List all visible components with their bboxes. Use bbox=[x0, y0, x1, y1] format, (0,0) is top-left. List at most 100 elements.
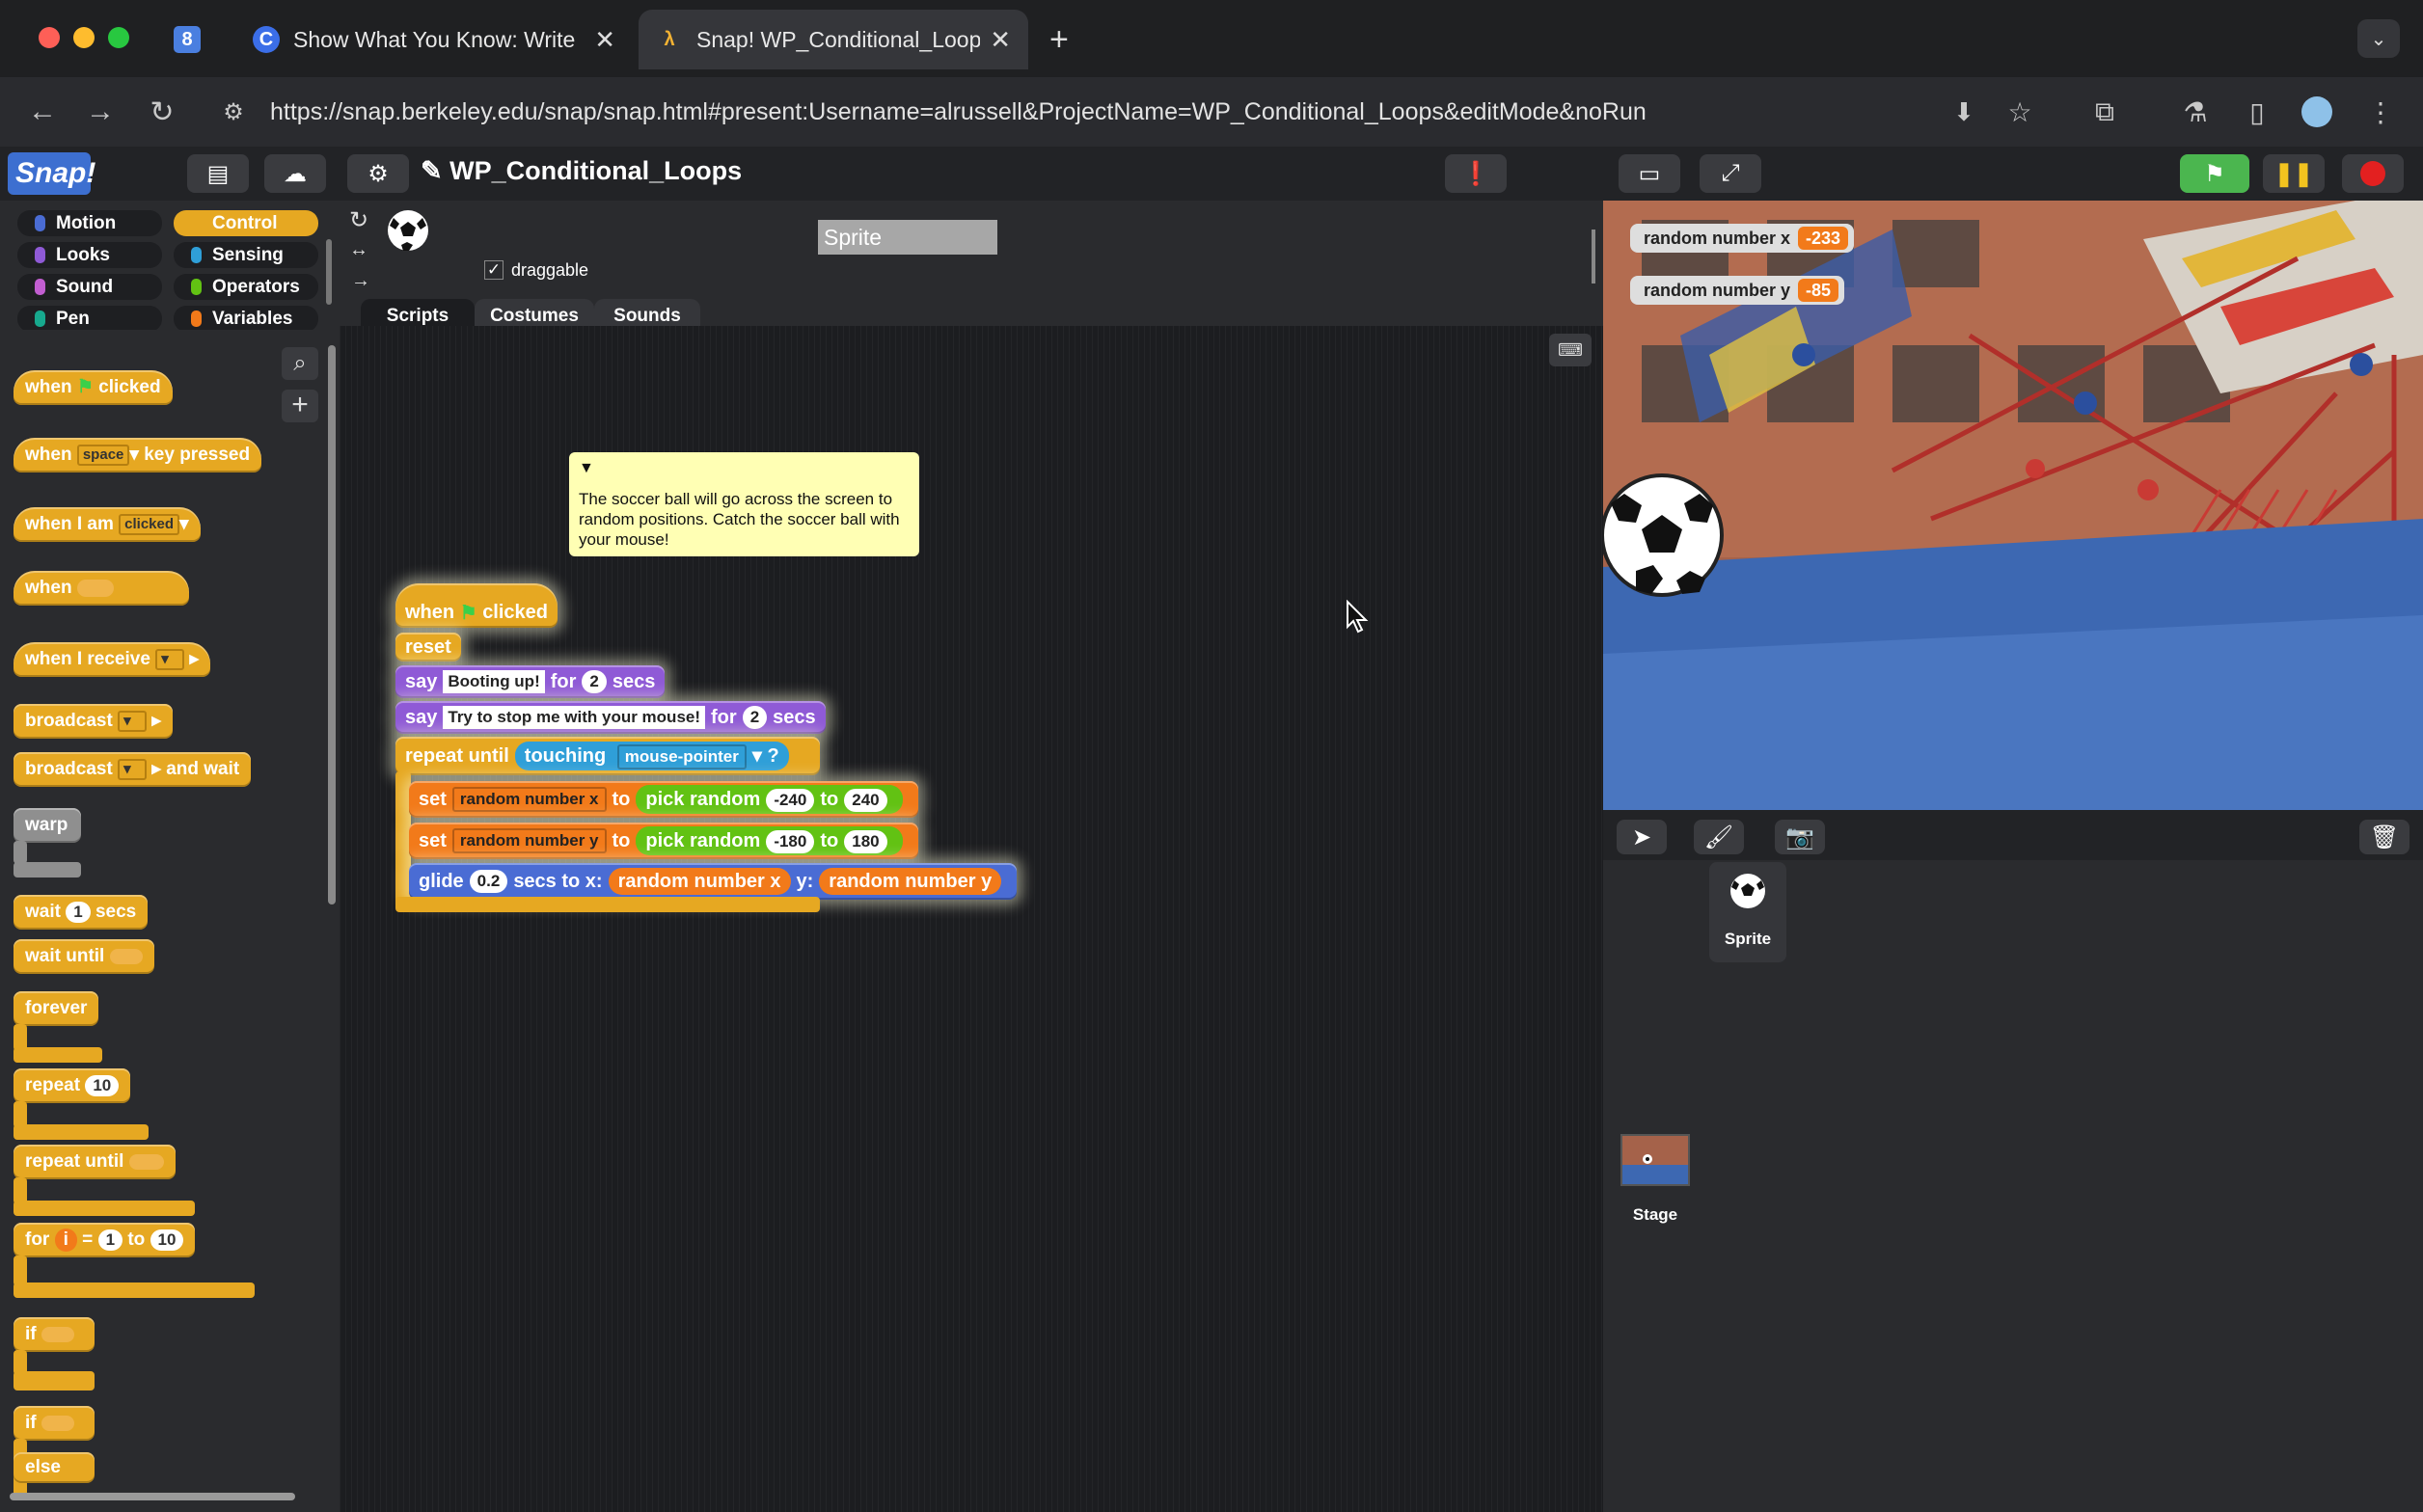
corral-sprite-item[interactable]: Sprite bbox=[1709, 862, 1786, 962]
script-say-try[interactable]: say Try to stop me with your mouse! for 2 se… bbox=[395, 701, 826, 734]
new-turtle-sprite-icon[interactable]: ➤ bbox=[1617, 820, 1667, 854]
repeat-c-bottom bbox=[395, 897, 820, 912]
lab-flask-icon[interactable]: ⚗ bbox=[2174, 91, 2217, 133]
install-app-icon[interactable]: ⬇ bbox=[1943, 91, 1985, 133]
tab-snap[interactable]: λ Snap! WP_Conditional_Loop ✕ bbox=[639, 10, 1028, 69]
palette-broadcast[interactable]: broadcast ▾ ▸ bbox=[14, 704, 173, 739]
browser-nav-bar: ← → ↻ ⚙ https://snap.berkeley.edu/snap/s… bbox=[0, 77, 2423, 147]
tab-favicon-icon: C bbox=[253, 26, 280, 53]
category-operators[interactable]: Operators bbox=[174, 274, 318, 300]
cloud-menu-icon[interactable]: ☁ bbox=[264, 154, 326, 193]
pause-button[interactable]: ❚❚ bbox=[2263, 154, 2325, 193]
tab-favicon-icon: 8 bbox=[174, 26, 201, 53]
address-bar[interactable]: https://snap.berkeley.edu/snap/snap.html… bbox=[270, 91, 1647, 133]
paint-new-sprite-icon[interactable]: 🖌 bbox=[1694, 820, 1744, 854]
new-tab-button[interactable]: + bbox=[1049, 21, 1069, 59]
trash-icon[interactable]: 🗑 bbox=[2359, 820, 2409, 854]
presentation-mode-icon[interactable]: ⤢ bbox=[1700, 154, 1761, 193]
palette-wait-secs[interactable]: wait 1 secs bbox=[14, 895, 149, 930]
collapse-triangle-icon[interactable]: ▼ bbox=[579, 458, 594, 478]
close-tab-icon[interactable]: ✕ bbox=[990, 25, 1011, 55]
sprite-name-input[interactable]: Sprite bbox=[818, 220, 997, 255]
make-block-plus-icon[interactable]: + bbox=[282, 390, 318, 422]
palette-when-i-receive[interactable]: when I receive ▾ ▸ bbox=[14, 642, 211, 677]
touching-predicate[interactable]: touching mouse-pointer ▾ ? bbox=[514, 742, 789, 770]
soccer-ball-sprite[interactable] bbox=[1603, 471, 1727, 600]
forward-arrow-icon[interactable]: → bbox=[79, 91, 122, 133]
palette-for-loop[interactable]: for i = 1 to 10 bbox=[14, 1223, 196, 1257]
profile-avatar[interactable] bbox=[2296, 91, 2338, 133]
close-window-button[interactable] bbox=[39, 27, 60, 48]
script-reset[interactable]: reset bbox=[395, 633, 461, 662]
palette-horizontal-scrollbar[interactable] bbox=[10, 1493, 295, 1500]
edit-pencil-icon: ✎ bbox=[421, 156, 450, 185]
stage-size-normal-icon[interactable]: ▭ bbox=[1619, 154, 1680, 193]
corral-sprite-label: Sprite bbox=[1724, 930, 1772, 948]
camera-sprite-icon[interactable]: 📷 bbox=[1775, 820, 1825, 854]
watcher-random-number-y[interactable]: random number y -85 bbox=[1630, 276, 1845, 305]
extensions-puzzle-icon[interactable]: ⧉ bbox=[2083, 91, 2126, 133]
unused-blocks-icon[interactable]: ❗ bbox=[1445, 154, 1507, 193]
category-scrollbar[interactable] bbox=[326, 239, 332, 305]
side-panel-icon[interactable]: ▯ bbox=[2236, 91, 2278, 133]
green-flag-icon: ⚑ bbox=[76, 377, 94, 397]
watcher-random-number-x[interactable]: random number x -233 bbox=[1630, 224, 1855, 253]
reload-icon[interactable]: ↻ bbox=[141, 91, 183, 133]
close-tab-icon[interactable]: ✕ bbox=[594, 25, 615, 55]
minimize-window-button[interactable] bbox=[73, 27, 95, 48]
category-variables[interactable]: Variables bbox=[174, 306, 318, 332]
palette-if[interactable]: if bbox=[14, 1317, 95, 1352]
browser-menu-icon[interactable]: ⋮ bbox=[2359, 91, 2402, 133]
rotation-lr-icon[interactable]: ↔ bbox=[349, 239, 368, 261]
rotation-any-icon[interactable]: ↻ bbox=[349, 206, 368, 234]
snap-logo[interactable]: Snap! bbox=[8, 152, 95, 195]
script-glide[interactable]: glide 0.2 secs to x: random number x y: rand… bbox=[409, 863, 1018, 900]
tab-pinned[interactable]: 8 bbox=[174, 10, 220, 69]
script-set-y[interactable]: set random number y to pick random -180 to 18… bbox=[409, 823, 918, 859]
stop-button[interactable] bbox=[2342, 154, 2404, 193]
palette-repeat[interactable]: repeat 10 bbox=[14, 1068, 131, 1103]
settings-gear-icon[interactable]: ⚙ bbox=[347, 154, 409, 193]
palette-scrollbar[interactable] bbox=[328, 345, 336, 904]
keyboard-entry-icon[interactable]: ⌨ bbox=[1549, 334, 1592, 366]
script-comment[interactable]: ▼ The soccer ball will go across the scr… bbox=[569, 452, 919, 556]
category-control[interactable]: Control bbox=[174, 210, 318, 236]
green-flag-icon: ⚑ bbox=[459, 602, 477, 624]
file-menu-icon[interactable]: ▤ bbox=[187, 154, 249, 193]
category-looks[interactable]: Looks bbox=[17, 242, 162, 268]
category-sensing[interactable]: Sensing bbox=[174, 242, 318, 268]
palette-when-i-am[interactable]: when I am clicked ▾ bbox=[14, 507, 201, 542]
category-sound[interactable]: Sound bbox=[17, 274, 162, 300]
palette-warp[interactable]: warp bbox=[14, 808, 81, 843]
snap-top-bar: Snap! ▤ ☁ ⚙ ✎ WP_Conditional_Loops ❗ ▭ ⤢… bbox=[0, 147, 2423, 201]
bookmark-star-icon[interactable]: ☆ bbox=[1999, 91, 2041, 133]
palette-when-flag-clicked[interactable]: when ⚑ clicked bbox=[14, 370, 173, 405]
tab-search-chevron-icon[interactable]: ⌄ bbox=[2357, 19, 2400, 58]
palette-wait-until[interactable]: wait until bbox=[14, 939, 154, 974]
category-pen[interactable]: Pen bbox=[17, 306, 162, 332]
palette-repeat-until[interactable]: repeat until bbox=[14, 1145, 176, 1179]
site-settings-icon[interactable]: ⚙ bbox=[212, 91, 255, 133]
resize-handle[interactable] bbox=[1592, 230, 1595, 284]
rotation-none-icon[interactable]: → bbox=[351, 270, 370, 292]
stage[interactable]: random number x -233 random number y -85 bbox=[1603, 201, 2423, 810]
palette-if-else[interactable]: if bbox=[14, 1406, 95, 1441]
palette-forever[interactable]: forever bbox=[14, 991, 99, 1026]
script-say-booting[interactable]: say Booting up! for 2 secs bbox=[395, 665, 666, 698]
scripts-area[interactable]: ⌨ bbox=[340, 326, 1603, 1512]
palette-when-condition[interactable]: when bbox=[14, 571, 189, 606]
maximize-window-button[interactable] bbox=[108, 27, 129, 48]
tab-show-what-you-know[interactable]: C Show What You Know: Write ✕ bbox=[235, 10, 633, 69]
stage-thumbnail[interactable] bbox=[1620, 1134, 1690, 1186]
project-title: ✎ WP_Conditional_Loops bbox=[421, 156, 742, 186]
green-flag-button[interactable]: ⚑ bbox=[2180, 154, 2249, 193]
search-blocks-icon[interactable]: ⌕ bbox=[282, 347, 318, 380]
script-repeat-until[interactable]: repeat until touching mouse-pointer ▾ ? bbox=[395, 737, 820, 775]
draggable-checkbox[interactable]: ✓ bbox=[484, 260, 504, 280]
script-set-x[interactable]: set random number x to pick random -240 to 24… bbox=[409, 781, 918, 818]
palette-when-key-pressed[interactable]: when space ▾ key pressed bbox=[14, 438, 262, 472]
palette-broadcast-and-wait[interactable]: broadcast ▾ ▸ and wait bbox=[14, 752, 252, 787]
category-motion[interactable]: Motion bbox=[17, 210, 162, 236]
script-when-flag-clicked[interactable]: when ⚑ clicked bbox=[395, 583, 558, 628]
back-arrow-icon[interactable]: ← bbox=[21, 91, 64, 133]
